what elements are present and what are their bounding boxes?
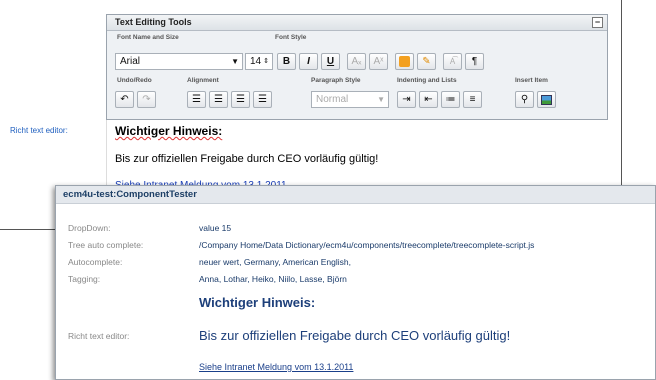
numbered-list-icon: ≡ — [469, 94, 476, 105]
rich-text-editor-label: Richt text editor: — [68, 331, 130, 341]
justify-icon: ☰ — [258, 94, 267, 105]
paragraph-style-label: Paragraph Style — [311, 77, 361, 84]
italic-button[interactable]: I — [299, 53, 318, 70]
bold-button[interactable]: B — [277, 53, 296, 70]
autocomplete-value: neuer wert, Germany, American English, — [199, 257, 351, 267]
align-right-button[interactable]: ☰ — [231, 91, 250, 108]
paragraph-style-value: Normal — [316, 94, 349, 105]
chevron-down-icon: ▼ — [231, 57, 239, 66]
remove-format-button[interactable]: A͡ — [443, 53, 462, 70]
font-size-value: 14 — [250, 56, 262, 67]
font-size-stepper[interactable]: 14 ⇕ — [245, 53, 273, 70]
undo-button[interactable]: ↶ — [115, 91, 134, 108]
chevron-down-icon: ▼ — [377, 95, 385, 104]
rich-text-editor[interactable]: Wichtiger Hinweis: Bis zur offiziellen F… — [106, 120, 608, 191]
text-color-icon — [399, 56, 410, 67]
notice-body: Bis zur offiziellen Freigabe durch CEO v… — [199, 328, 511, 343]
align-left-button[interactable]: ☰ — [187, 91, 206, 108]
panel-title: ecm4u-test:ComponentTester — [56, 186, 655, 204]
indenting-lists-label: Indenting and Lists — [397, 77, 457, 84]
font-name-select[interactable]: Arial ▼ — [115, 53, 243, 70]
component-tester-panel: ecm4u-test:ComponentTester DropDown: val… — [55, 185, 656, 380]
tree-autocomplete-label: Tree auto complete: — [68, 240, 144, 250]
editor-heading: Wichtiger Hinweis: — [115, 124, 223, 138]
undo-redo-label: Undo/Redo — [117, 77, 152, 84]
insert-item-label: Insert Item — [515, 77, 548, 84]
indent-icon: ⇥ — [402, 94, 411, 105]
insert-link-button[interactable]: ⚲ — [515, 91, 534, 108]
autocomplete-label: Autocomplete: — [68, 257, 123, 267]
image-icon — [541, 95, 552, 105]
insert-image-button[interactable] — [537, 91, 556, 108]
text-color-button[interactable] — [395, 53, 414, 70]
redo-button[interactable]: ↷ — [137, 91, 156, 108]
intranet-link[interactable]: Siehe Intranet Meldung vom 13.1.2011 — [199, 362, 353, 372]
remove-format-icon: A͡ — [449, 57, 456, 66]
align-right-icon: ☰ — [236, 94, 245, 105]
align-center-icon: ☰ — [214, 94, 223, 105]
justify-button[interactable]: ☰ — [253, 91, 272, 108]
redo-icon: ↷ — [142, 94, 151, 105]
align-center-button[interactable]: ☰ — [209, 91, 228, 108]
tree-autocomplete-value: /Company Home/Data Dictionary/ecm4u/comp… — [199, 240, 535, 250]
font-name-value: Arial — [120, 56, 141, 67]
undo-icon: ↶ — [120, 94, 129, 105]
notice-heading: Wichtiger Hinweis: — [199, 295, 316, 310]
subscript-button[interactable]: Aₓ — [347, 53, 366, 70]
dropdown-value: value 15 — [199, 223, 232, 233]
outdent-icon: ⇤ — [424, 94, 433, 105]
tagging-label: Tagging: — [68, 274, 101, 284]
numbered-list-button[interactable]: ≡ — [463, 91, 482, 108]
pencil-icon: ✎ — [422, 56, 431, 67]
dropdown-label: DropDown: — [68, 223, 111, 233]
text-editing-tools: Text Editing Tools − Font Name and Size … — [106, 14, 608, 120]
superscript-button[interactable]: Aˣ — [369, 53, 388, 70]
tools-title: Text Editing Tools — [115, 17, 192, 27]
bullet-list-button[interactable]: ≔ — [441, 91, 460, 108]
font-style-label: Font Style — [275, 34, 307, 41]
tagging-value: Anna, Lothar, Heiko, Niilo, Lasse, Björn — [199, 274, 347, 284]
bullet-list-icon: ≔ — [445, 94, 456, 105]
alignment-label: Alignment — [187, 77, 219, 84]
highlight-button[interactable]: ✎ — [417, 53, 436, 70]
tools-header: Text Editing Tools − — [107, 15, 607, 31]
outdent-button[interactable]: ⇤ — [419, 91, 438, 108]
pilcrow-button[interactable]: ¶ — [465, 53, 484, 70]
paragraph-style-select[interactable]: Normal ▼ — [311, 91, 389, 108]
collapse-button[interactable]: − — [592, 17, 603, 28]
link-icon: ⚲ — [520, 94, 529, 105]
stepper-icon: ⇕ — [263, 58, 269, 65]
underline-button[interactable]: U — [321, 53, 340, 70]
align-left-icon: ☰ — [192, 94, 201, 105]
indent-button[interactable]: ⇥ — [397, 91, 416, 108]
rich-text-editor-label: Richt text editor: — [10, 126, 68, 135]
editor-body-text: Bis zur offiziellen Freigabe durch CEO v… — [115, 153, 379, 165]
font-name-size-label: Font Name and Size — [117, 34, 179, 41]
